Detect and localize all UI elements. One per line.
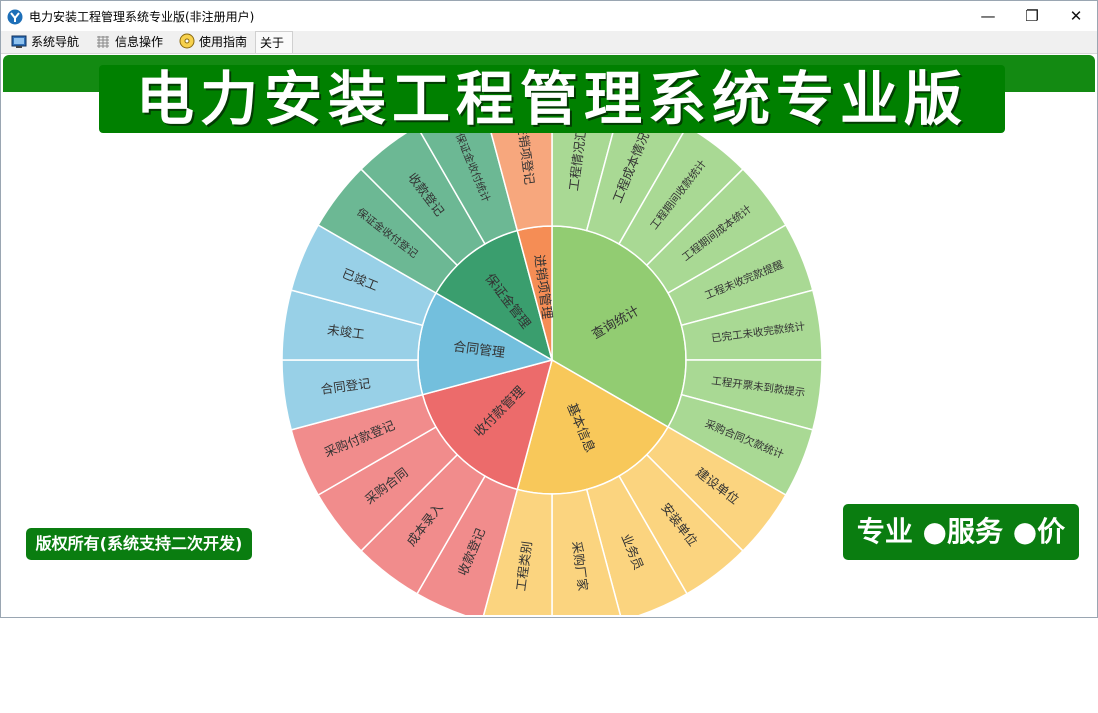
slogan-badge: 专业 ●服务 ●价值 — [843, 504, 1079, 604]
monitor-icon — [11, 34, 27, 48]
menu-about[interactable]: 关于 — [255, 31, 293, 53]
grid-icon — [95, 34, 111, 48]
close-button[interactable]: ✕ — [1053, 1, 1098, 31]
menu-label: 系统导航 — [31, 35, 80, 49]
minimize-button[interactable]: — — [965, 1, 1011, 31]
menu-system-nav[interactable]: 系统导航 — [7, 31, 91, 53]
app-window: 电力安装工程管理系统专业版(非注册用户) — ❐ ✕ 系统导航 信息操作 使用指… — [0, 0, 1098, 618]
cd-icon — [179, 33, 195, 49]
main-content: 工程情况汇总 工程成本情况 工程期间收款统计 工程期间成本统计 工程未收完款提醒 已完工未… — [3, 55, 1095, 615]
title-bar: 电力安装工程管理系统专业版(非注册用户) — ❐ ✕ — [1, 1, 1097, 31]
menu-user-guide[interactable]: 使用指南 — [175, 31, 255, 53]
window-title: 电力安装工程管理系统专业版(非注册用户) — [29, 10, 255, 24]
copyright-badge: 版权所有(系统支持二次开发) — [26, 528, 252, 560]
menu-info-ops[interactable]: 信息操作 — [91, 31, 175, 53]
banner-title: 电力安装工程管理系统专业版 — [99, 65, 1005, 133]
menu-label: 信息操作 — [115, 35, 164, 49]
menu-label: 使用指南 — [199, 35, 248, 49]
menu-bar: 系统导航 信息操作 使用指南 关于 — [1, 31, 1097, 54]
menu-label: 关于 — [260, 36, 285, 50]
maximize-button[interactable]: ❐ — [1009, 1, 1055, 31]
app-logo-icon — [7, 9, 23, 25]
